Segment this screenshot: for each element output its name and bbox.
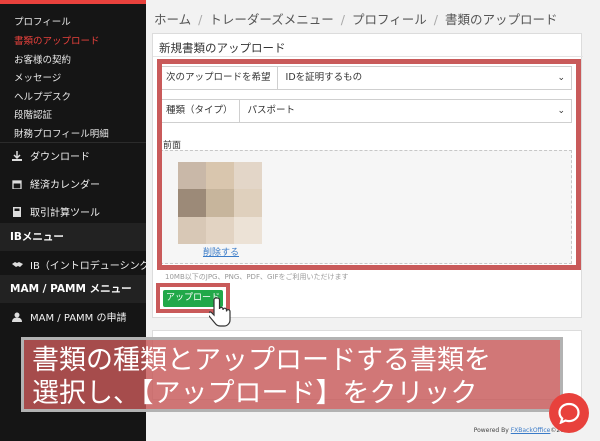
sidebar-item-economic-calendar[interactable]: 経済カレンダー — [12, 176, 100, 191]
sidebar-item-label: 取引計算ツール — [30, 208, 100, 219]
calendar-icon — [12, 179, 22, 190]
chat-button[interactable] — [549, 393, 589, 433]
sidebar-section-mam-pamm: MAM / PAMM メニュー — [0, 275, 146, 303]
banner-line-1: 書類の種類とアップロードする書類を — [32, 345, 491, 376]
panel-title: 新規書類のアップロード — [159, 41, 286, 55]
sidebar-item-label: ダウンロード — [30, 152, 90, 163]
sidebar-item-helpdesk[interactable]: ヘルプデスク — [14, 89, 71, 103]
sidebar-item-download[interactable]: ダウンロード — [12, 148, 90, 163]
instruction-banner: 書類の種類とアップロードする書類を 選択し、【アップロード】をクリック — [21, 337, 563, 412]
sidebar-item-financial-profile[interactable]: 財務プロフィール明細 — [14, 126, 109, 140]
user-icon — [12, 312, 22, 322]
footer: Powered By FXBackOffice©20 — [474, 427, 564, 434]
breadcrumb-profile[interactable]: プロフィール — [352, 12, 427, 27]
file-format-hint: 10MB以下のJPG、PNG、PDF、GIFをご利用いただけます — [165, 273, 349, 281]
sidebar-item-document-upload[interactable]: 書類のアップロード — [14, 33, 100, 47]
breadcrumb-traders-menu[interactable]: トレーダーズメニュー — [209, 12, 333, 27]
sidebar-item-ib[interactable]: IB（イントロデューシング・ — [12, 257, 160, 272]
breadcrumb-separator: / — [198, 12, 203, 27]
breadcrumb-separator: / — [340, 12, 345, 27]
sidebar-item-two-factor[interactable]: 段階認証 — [14, 107, 52, 121]
sidebar-item-mam-pamm-apply[interactable]: MAM / PAMM の申請 — [12, 309, 127, 324]
chat-icon — [558, 402, 580, 424]
sidebar-item-profile[interactable]: プロフィール — [14, 14, 71, 28]
breadcrumb-current: 書類のアップロード — [444, 12, 558, 27]
handshake-icon — [12, 260, 23, 270]
calculator-icon — [12, 206, 22, 217]
sidebar-item-label: MAM / PAMM の申請 — [30, 313, 127, 324]
upload-panel: 新規書類のアップロード 次のアップロードを希望 IDを証明するもの ⌄ 種類（タ… — [152, 33, 583, 318]
sidebar-item-label: IB（イントロデューシング・ — [30, 261, 160, 272]
footer-prefix: Powered By — [473, 427, 509, 434]
sidebar-divider — [0, 142, 146, 143]
mouse-cursor-icon — [209, 297, 231, 327]
sidebar-top-accent — [0, 0, 146, 4]
breadcrumb-home[interactable]: ホーム — [154, 12, 191, 27]
breadcrumb: ホーム / トレーダーズメニュー / プロフィール / 書類のアップロード — [154, 9, 557, 28]
footer-brand-link[interactable]: FXBackOffice — [511, 427, 551, 434]
sidebar-section-ib: IBメニュー — [0, 223, 146, 251]
sidebar-item-messages[interactable]: メッセージ — [14, 70, 61, 84]
sidebar-item-contracts[interactable]: お客様の契約 — [14, 52, 71, 66]
breadcrumb-separator: / — [433, 12, 438, 27]
highlight-frame — [157, 59, 581, 270]
sidebar-item-label: 経済カレンダー — [30, 180, 100, 191]
download-icon — [12, 150, 22, 161]
banner-line-2: 選択し、【アップロード】をクリック — [32, 378, 478, 409]
panel-divider — [153, 56, 583, 57]
sidebar-item-trade-calculator[interactable]: 取引計算ツール — [12, 204, 100, 219]
